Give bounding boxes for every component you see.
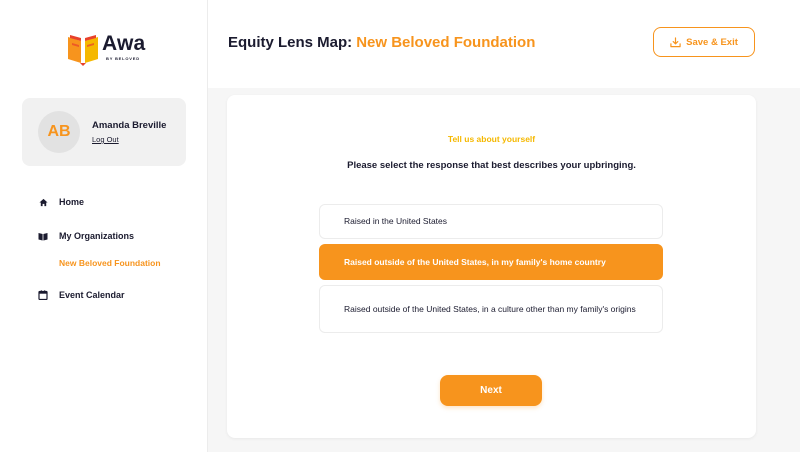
book-icon [38, 231, 48, 241]
section-eyebrow: Tell us about yourself [447, 134, 536, 144]
nav-item-organizations[interactable]: My Organizations [38, 231, 134, 241]
download-icon [670, 36, 681, 47]
question-card: Tell us about yourself Please select the… [227, 95, 756, 438]
question-text: Please select the response that best des… [347, 160, 636, 171]
page-title-org: New Beloved Foundation [356, 34, 536, 51]
page-title-label: Equity Lens Map: [228, 34, 353, 51]
nav-sub-current-org[interactable]: New Beloved Foundation [59, 258, 161, 268]
answer-option-other-culture[interactable]: Raised outside of the United States, in … [319, 285, 663, 333]
nav-item-calendar[interactable]: Event Calendar [38, 290, 125, 300]
logo-subtitle: BY BELOVED [106, 56, 140, 61]
home-icon [38, 197, 48, 207]
answer-option-label: Raised outside of the United States, in … [344, 256, 606, 267]
next-button[interactable]: Next [440, 375, 542, 406]
awa-logo[interactable]: Awa BY BELOVED [66, 33, 145, 67]
save-exit-button[interactable]: Save & Exit [653, 27, 755, 57]
avatar: AB [38, 111, 80, 153]
user-name: Amanda Breville [92, 120, 167, 131]
calendar-icon [38, 290, 48, 300]
answer-option-us[interactable]: Raised in the United States [319, 204, 663, 239]
nav-label-home: Home [59, 197, 85, 207]
logo-word: Awa [102, 32, 146, 55]
logout-link[interactable]: Log Out [92, 135, 119, 144]
nav-label-calendar: Event Calendar [59, 290, 125, 300]
answer-option-label: Raised outside of the United States, in … [344, 303, 636, 314]
book-logo-icon [68, 35, 98, 66]
nav-label-organizations: My Organizations [59, 231, 135, 241]
sidebar: Awa BY BELOVED AB Amanda Breville Log Ou… [0, 0, 208, 452]
answer-option-home-country[interactable]: Raised outside of the United States, in … [319, 244, 663, 280]
user-card: AB Amanda Breville Log Out [22, 98, 186, 166]
nav-item-home[interactable]: Home [38, 197, 84, 207]
save-exit-label: Save & Exit [686, 36, 738, 48]
page-title: Equity Lens Map: New Beloved Foundation [228, 34, 535, 51]
answer-option-label: Raised in the United States [344, 216, 448, 226]
